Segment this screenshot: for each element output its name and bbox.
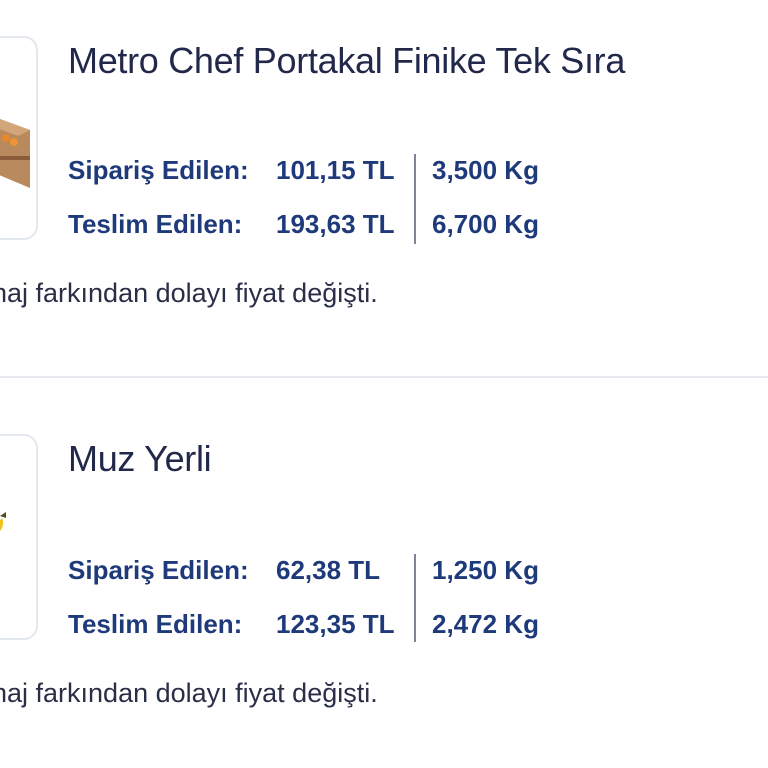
orange-box-icon bbox=[0, 118, 30, 188]
delivered-price: 123,35 TL bbox=[276, 609, 395, 639]
ordered-price: 62,38 TL bbox=[276, 555, 381, 585]
delivered-price: 193,63 TL bbox=[276, 209, 395, 239]
product-title: Metro Chef Portakal Finike Tek Sıra bbox=[68, 40, 626, 81]
column-separator bbox=[414, 554, 416, 642]
price-change-note: naj farkından dolayı fiyat değişti. bbox=[0, 278, 378, 308]
divider bbox=[0, 376, 768, 378]
ordered-label: Sipariş Edilen: bbox=[68, 555, 249, 585]
ordered-quantity: 1,250 Kg bbox=[432, 555, 539, 585]
column-separator bbox=[414, 154, 416, 244]
delivered-quantity: 2,472 Kg bbox=[432, 609, 539, 639]
ordered-quantity: 3,500 Kg bbox=[432, 155, 539, 185]
product-image[interactable] bbox=[0, 36, 38, 240]
delivered-quantity: 6,700 Kg bbox=[432, 209, 539, 239]
product-image[interactable] bbox=[0, 434, 38, 640]
ordered-label: Sipariş Edilen: bbox=[68, 155, 249, 185]
product-title: Muz Yerli bbox=[68, 438, 212, 479]
delivered-label: Teslim Edilen: bbox=[68, 609, 243, 639]
ordered-price: 101,15 TL bbox=[276, 155, 395, 185]
banana-icon bbox=[0, 512, 6, 532]
delivered-label: Teslim Edilen: bbox=[68, 209, 243, 239]
price-change-note: naj farkından dolayı fiyat değişti. bbox=[0, 678, 378, 708]
